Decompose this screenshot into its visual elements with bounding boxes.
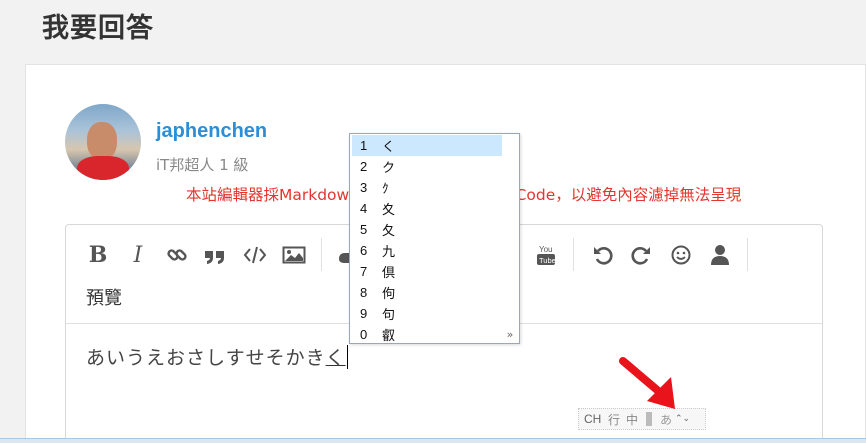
italic-button[interactable]: I — [126, 241, 150, 269]
ime-candidate-number: 1 — [360, 138, 368, 153]
ime-candidate[interactable]: 6九 — [352, 240, 502, 261]
ime-candidate-window[interactable]: 1く2ク3ｸ4夊5夂6九7倶8佝9句0叡 » — [349, 133, 520, 344]
ime-candidate[interactable]: 9句 — [352, 303, 502, 324]
svg-text:You: You — [539, 245, 553, 254]
username-link[interactable]: japhenchen — [156, 120, 267, 143]
ime-candidate-char: く — [382, 140, 396, 155]
ime-expand-button[interactable]: » — [503, 329, 517, 341]
undo-button[interactable] — [590, 241, 616, 269]
avatar-face — [87, 122, 117, 160]
ime-candidate[interactable]: 3ｸ — [352, 177, 502, 198]
mention-user-button[interactable] — [707, 241, 733, 269]
ime-candidate-char: 夊 — [382, 203, 396, 218]
annotation-arrow-icon — [619, 357, 675, 409]
undo-icon — [594, 246, 613, 265]
ime-candidate[interactable]: 1く — [352, 135, 502, 156]
quote-icon — [205, 251, 224, 264]
code-icon — [243, 246, 267, 264]
ime-candidate-number: 5 — [360, 222, 368, 237]
smile-icon — [671, 245, 691, 265]
ime-candidate-char: ク — [382, 161, 396, 176]
ime-candidate[interactable]: 4夊 — [352, 198, 502, 219]
text-caret — [346, 345, 348, 369]
link-button[interactable] — [164, 241, 190, 269]
ime-candidate-char: 叡 — [382, 329, 396, 344]
emoji-button[interactable] — [668, 241, 694, 269]
bold-button[interactable]: B — [86, 241, 110, 269]
ime-candidate[interactable]: 8佝 — [352, 282, 502, 303]
ime-candidate-char: 倶 — [382, 266, 396, 281]
ime-candidate-char: ｸ — [382, 182, 389, 197]
avatar[interactable] — [65, 104, 141, 180]
language-indicator[interactable]: CH — [579, 412, 605, 426]
quote-button[interactable] — [202, 241, 228, 269]
toolbar-separator — [747, 238, 748, 271]
ime-candidate-char: 夂 — [382, 224, 396, 239]
ime-candidate-number: 6 — [360, 243, 368, 258]
ime-candidate-char: 九 — [382, 245, 396, 260]
ime-candidate-char: 佝 — [382, 287, 396, 302]
page-title: 我要回答 — [42, 13, 154, 44]
ime-candidate-number: 8 — [360, 285, 368, 300]
ime-candidate[interactable]: 2ク — [352, 156, 502, 177]
bottom-frame — [0, 438, 866, 443]
ime-candidate-number: 4 — [360, 201, 368, 216]
editor-textarea[interactable]: あいうえおさしすせそかきく — [86, 343, 348, 370]
ime-candidate-number: 2 — [360, 159, 368, 174]
redo-button[interactable] — [628, 241, 654, 269]
toolbar-separator — [321, 238, 322, 271]
user-icon — [711, 245, 729, 265]
ime-candidate-number: 7 — [360, 264, 368, 279]
image-icon — [282, 246, 306, 264]
link-icon — [167, 249, 187, 261]
avatar-shirt — [77, 156, 129, 180]
image-button[interactable] — [281, 241, 307, 269]
composing-text: く — [325, 347, 346, 369]
toolbar-separator — [573, 238, 574, 271]
ime-candidate-char: 句 — [382, 308, 396, 323]
youtube-button[interactable]: You Tube — [533, 241, 559, 269]
redo-icon — [631, 246, 650, 265]
youtube-icon: You Tube — [537, 245, 556, 265]
langbar-menu-icon[interactable]: ⌃⌄ — [675, 414, 690, 424]
svg-text:Tube: Tube — [539, 256, 556, 265]
preview-tab[interactable]: 預覽 — [86, 284, 122, 310]
ime-candidate-number: 0 — [360, 327, 368, 342]
ime-candidate-number: 3 — [360, 180, 368, 195]
ime-candidate[interactable]: 7倶 — [352, 261, 502, 282]
ime-candidate[interactable]: 0叡 — [352, 324, 502, 345]
ime-candidate-number: 9 — [360, 306, 368, 321]
user-level: iT邦超人 1 級 — [156, 156, 249, 174]
committed-text: あいうえおさしすせそかき — [86, 347, 326, 369]
code-button[interactable] — [241, 241, 269, 269]
ime-candidate[interactable]: 5夂 — [352, 219, 502, 240]
